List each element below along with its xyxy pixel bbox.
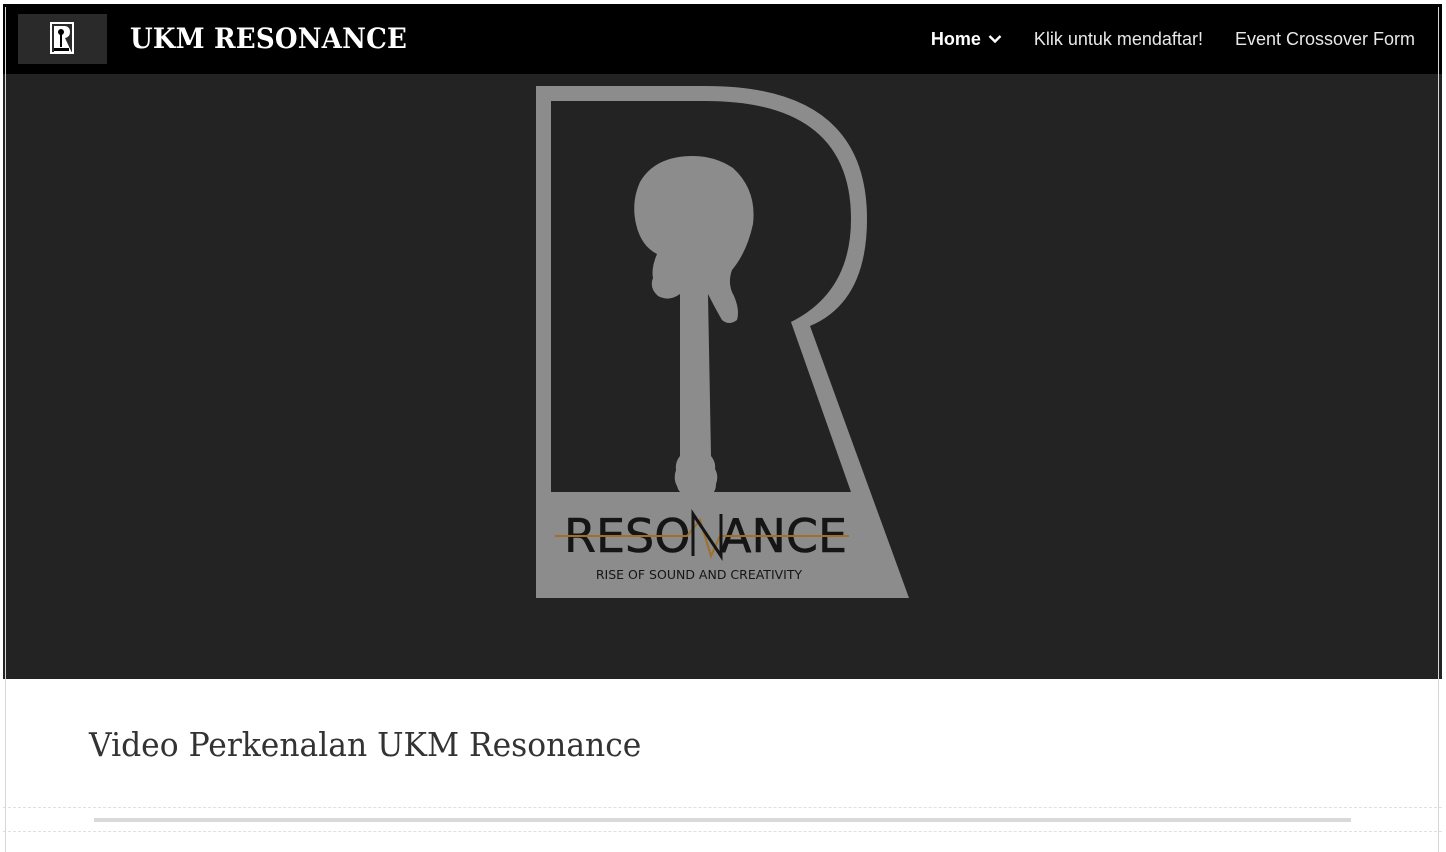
site-header: UKM RESONANCE Home Klik untuk mendaftar!… (3, 4, 1442, 74)
main-nav: Home Klik untuk mendaftar! Event Crossov… (931, 4, 1415, 74)
tagline-text: RISE OF SOUND AND CREATIVITY (596, 567, 803, 582)
nav-item-home[interactable]: Home (931, 29, 1002, 50)
main-content: Video Perkenalan UKM Resonance (3, 679, 1442, 852)
page-title: Video Perkenalan UKM Resonance (89, 725, 642, 764)
nav-item-crossover-form-label: Event Crossover Form (1234, 28, 1415, 49)
nav-item-crossover-form[interactable]: Event Crossover Form (1235, 29, 1415, 50)
nav-item-register-label: Klik untuk mendaftar! (1033, 28, 1203, 49)
chevron-down-icon (988, 35, 1002, 44)
nav-item-register[interactable]: Klik untuk mendaftar! (1034, 29, 1203, 50)
divider (3, 831, 1442, 832)
page: UKM RESONANCE Home Klik untuk mendaftar!… (3, 4, 1442, 852)
resonance-logo-icon (49, 22, 74, 54)
nav-item-home-label: Home (930, 28, 981, 49)
hero-logo: RESO ANCE RISE OF SOUND AND CREATIVITY (536, 86, 909, 598)
hero-banner: RESO ANCE RISE OF SOUND AND CREATIVITY (3, 74, 1442, 679)
site-logo[interactable] (18, 14, 107, 64)
video-placeholder-bar (94, 818, 1351, 822)
site-title[interactable]: UKM RESONANCE (130, 21, 407, 57)
divider (3, 807, 1442, 808)
